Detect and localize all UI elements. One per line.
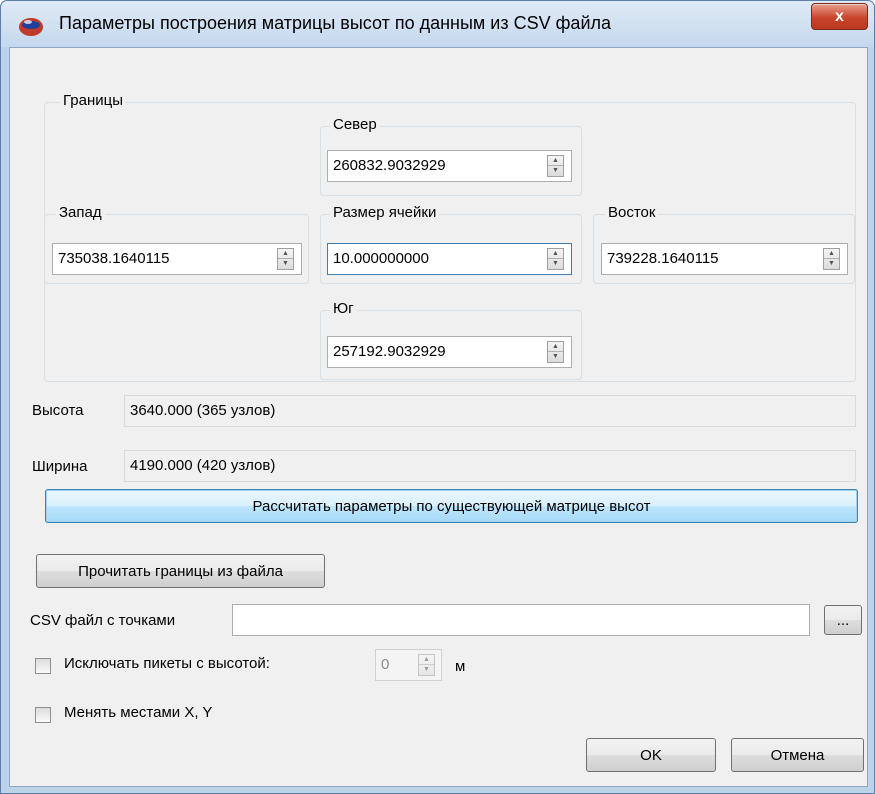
window-title: Параметры построения матрицы высот по да… [59,13,612,33]
south-spin-arrows[interactable]: ▲ ▼ [547,341,564,363]
west-spin-arrows[interactable]: ▲ ▼ [277,248,294,270]
exclude-pickets-checkbox[interactable] [35,658,51,674]
exclude-height-spin-arrows[interactable]: ▲ ▼ [418,654,435,676]
west-label: Запад [56,204,105,221]
arrow-down-icon[interactable]: ▼ [824,259,839,269]
browse-button[interactable]: ... [824,605,862,635]
west-value: 735038.1640115 [58,250,170,267]
south-spinbox[interactable]: 257192.9032929 ▲ ▼ [327,336,572,368]
exclude-height-spinbox[interactable]: 0 ▲ ▼ [375,649,442,681]
arrow-up-icon[interactable]: ▲ [278,249,293,259]
arrow-up-icon[interactable]: ▲ [824,249,839,259]
arrow-up-icon[interactable]: ▲ [548,249,563,259]
swap-xy-label: Менять местами X, Y [64,704,213,721]
dialog-window: Параметры построения матрицы высот по да… [0,0,875,794]
arrow-up-icon[interactable]: ▲ [419,655,434,665]
arrow-down-icon[interactable]: ▼ [419,665,434,675]
south-value: 257192.9032929 [333,343,446,360]
arrow-down-icon[interactable]: ▼ [548,352,563,362]
arrow-down-icon[interactable]: ▼ [548,259,563,269]
north-label: Север [330,116,380,133]
swap-xy-checkbox[interactable] [35,707,51,723]
cell-size-value: 10.000000000 [333,250,429,267]
north-value: 260832.9032929 [333,157,446,174]
height-label: Высота [32,402,84,419]
east-value: 739228.1640115 [607,250,719,267]
app-sphere-icon [19,18,43,36]
width-value: 4190.000 (420 узлов) [130,457,276,474]
north-spinbox[interactable]: 260832.9032929 ▲ ▼ [327,150,572,182]
arrow-down-icon[interactable]: ▼ [278,259,293,269]
read-bounds-button[interactable]: Прочитать границы из файла [36,554,325,588]
arrow-down-icon[interactable]: ▼ [548,166,563,176]
east-spinbox[interactable]: 739228.1640115 ▲ ▼ [601,243,848,275]
cell-size-spinbox[interactable]: 10.000000000 ▲ ▼ [327,243,572,275]
north-spin-arrows[interactable]: ▲ ▼ [547,155,564,177]
ok-button[interactable]: OK [586,738,716,772]
cell-size-label: Размер ячейки [330,204,440,221]
dialog-body: Границы Север 260832.9032929 ▲ ▼ Запад 7… [9,47,868,787]
width-field: 4190.000 (420 узлов) [124,450,856,482]
east-spin-arrows[interactable]: ▲ ▼ [823,248,840,270]
width-label: Ширина [32,458,88,475]
exclude-height-value: 0 [381,656,390,673]
cancel-button[interactable]: Отмена [731,738,864,772]
west-spinbox[interactable]: 735038.1640115 ▲ ▼ [52,243,302,275]
east-label: Восток [605,204,659,221]
csv-file-input[interactable] [232,604,810,636]
csv-file-label: CSV файл с точками [30,612,176,629]
height-value: 3640.000 (365 узлов) [130,402,276,419]
exclude-height-unit: м [455,658,466,675]
exclude-pickets-label: Исключать пикеты с высотой: [64,655,270,672]
arrow-up-icon[interactable]: ▲ [548,342,563,352]
bounds-group-label: Границы [60,92,126,109]
height-field: 3640.000 (365 узлов) [124,395,856,427]
calc-from-existing-button[interactable]: Рассчитать параметры по существующей мат… [45,489,858,523]
cell-size-spin-arrows[interactable]: ▲ ▼ [547,248,564,270]
title-bar[interactable]: Параметры построения матрицы высот по да… [1,1,874,47]
south-label: Юг [330,300,357,317]
close-icon: x [835,7,844,25]
arrow-up-icon[interactable]: ▲ [548,156,563,166]
close-button[interactable]: x [811,3,868,30]
